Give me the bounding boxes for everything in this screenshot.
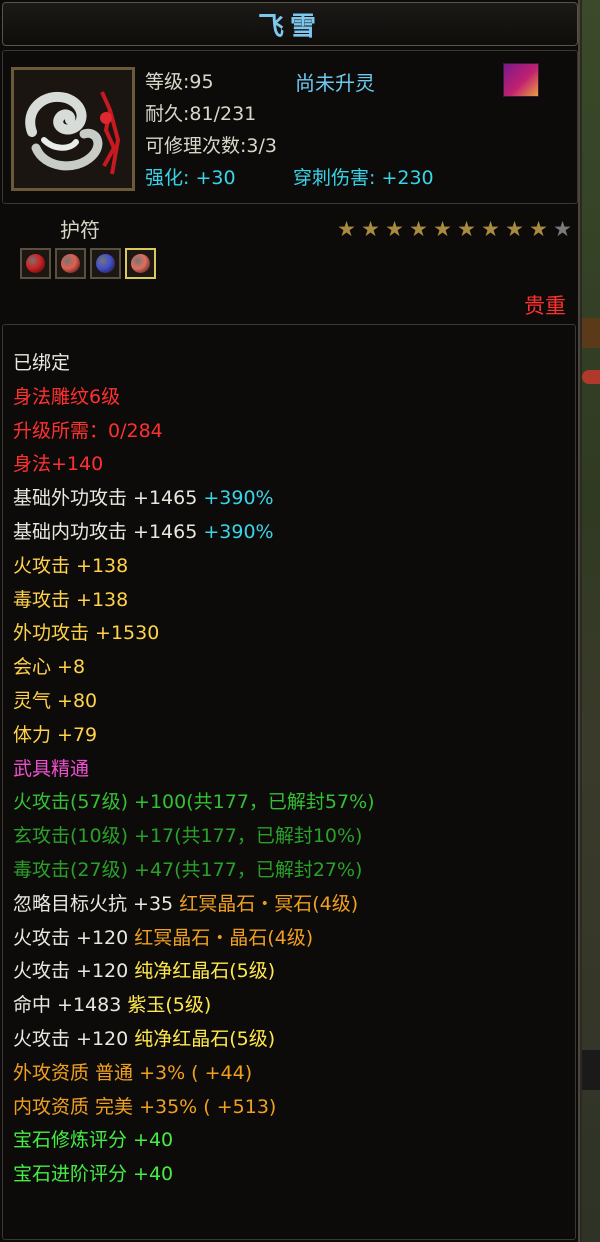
stat-line: 火攻击 +120 纯净红晶石(5级) [3, 1023, 575, 1057]
jade-pendant-icon [11, 67, 135, 191]
stats-panel: 已绑定身法雕纹6级升级所需：0/284 身法+140 基础外功攻击 +1465 +3… [2, 324, 576, 1240]
star-icon: ★ [529, 217, 548, 241]
scene-element [582, 370, 600, 384]
stat-line: 玄攻击(10级) +17(共177，已解封10%) [3, 820, 575, 854]
blue-gem-icon [96, 254, 115, 273]
stat-text: +390% [203, 487, 274, 510]
stat-text: 会心 +8 [13, 656, 86, 679]
scene-element [582, 318, 600, 348]
stat-line: 基础内功攻击 +1465 +390% [3, 516, 575, 550]
gem-slots [20, 248, 156, 279]
stat-text: 基础内功攻击 +1465 [13, 520, 204, 543]
background-scene [582, 0, 600, 1242]
amulet-label: 护符 [60, 218, 100, 242]
red-gem-icon [26, 254, 45, 273]
gem-slot[interactable] [20, 248, 51, 279]
stat-line: 身法+140 [3, 448, 575, 482]
stat-text: 命中 +1483 [13, 994, 128, 1017]
stat-text: 基础外功攻击 +1465 [13, 487, 204, 510]
stat-line: 内攻资质 完美 +35% ( +513) [3, 1091, 575, 1125]
stat-text: 火攻击 +138 [13, 554, 129, 577]
star-icon: ★ [553, 217, 572, 241]
stat-text: 纯净红晶石(5级) [134, 960, 276, 983]
stat-line: 宝石进阶评分 +40 [3, 1158, 575, 1192]
stat-text: 体力 +79 [13, 723, 98, 746]
stat-text: 宝石进阶评分 +40 [13, 1163, 174, 1186]
stat-text: 外功攻击 +1530 [13, 622, 160, 645]
stat-line: 武具精通 [3, 753, 575, 787]
star-icon: ★ [481, 217, 500, 241]
stat-text: 身法+140 [13, 453, 104, 476]
stat-line: 外功攻击 +1530 [3, 617, 575, 651]
stat-line: 火攻击 +138 [3, 550, 575, 584]
stat-line: 基础外功攻击 +1465 +390% [3, 482, 575, 516]
gem-slot[interactable] [125, 248, 156, 279]
stat-line: 火攻击(57级) +100(共177，已解封57%) [3, 786, 575, 820]
stat-text: 外攻资质 普通 +3% ( +44) [13, 1061, 253, 1084]
enhance-text: 强化: +30 [145, 167, 236, 189]
stat-text: 升级所需：0/284 [13, 419, 163, 442]
stat-text: 宝石修炼评分 +40 [13, 1129, 174, 1152]
durability-text: 耐久:81/231 [145, 103, 257, 125]
stat-text: 玄攻击(10级) +17(共177，已解封10%) [13, 825, 363, 848]
spirit-upgrade-icon[interactable] [503, 63, 539, 97]
salmon-gem-icon [61, 254, 80, 273]
stat-text: 火攻击 +120 [13, 960, 135, 983]
star-icon: ★ [505, 217, 524, 241]
stat-line: 体力 +79 [3, 719, 575, 753]
stat-line: 火攻击 +120 红冥晶石・晶石(4级) [3, 922, 575, 956]
star-icon: ★ [361, 217, 380, 241]
stat-line: 宝石修炼评分 +40 [3, 1124, 575, 1158]
weight-label: 贵重 [524, 294, 566, 318]
stat-line: 身法雕纹6级 [3, 381, 575, 415]
stat-line: 灵气 +80 [3, 685, 575, 719]
stat-line: 升级所需：0/284 [3, 415, 575, 449]
stat-text: 红冥晶石・晶石(4级) [134, 926, 314, 949]
star-icon: ★ [385, 217, 404, 241]
stat-line: 毒攻击(27级) +47(共177，已解封27%) [3, 854, 575, 888]
gem-slot[interactable] [55, 248, 86, 279]
repair-count-text: 可修理次数:3/3 [145, 135, 277, 157]
stat-text: 灵气 +80 [13, 689, 98, 712]
star-icon: ★ [409, 217, 428, 241]
item-info-section: 等级:95 尚未升灵 耐久:81/231 可修理次数:3/3 强化: +30 穿… [2, 50, 578, 204]
stat-text: 红冥晶石・冥石(4级) [179, 892, 359, 915]
stat-text: 内攻资质 完美 +35% ( +513) [13, 1095, 277, 1118]
stat-text: 毒攻击 +138 [13, 588, 129, 611]
stat-text: 毒攻击(27级) +47(共177，已解封27%) [13, 858, 363, 881]
star-rating: ★ ★ ★ ★ ★ ★ ★ ★ ★ ★ [335, 218, 574, 240]
stat-text: 武具精通 [13, 757, 90, 780]
star-icon: ★ [433, 217, 452, 241]
stat-text: 忽略目标火抗 +35 [13, 892, 180, 915]
pierce-damage-text: 穿刺伤害: +230 [293, 167, 434, 189]
stat-text: 纯净红晶石(5级) [134, 1027, 276, 1050]
amulet-section: 护符 ★ ★ ★ ★ ★ ★ ★ ★ ★ ★ 贵重 [2, 208, 576, 320]
stat-text: 紫玉(5级) [127, 994, 212, 1017]
star-icon: ★ [457, 217, 476, 241]
stat-text: 已绑定 [13, 352, 71, 374]
item-title: 飞雪 [257, 11, 322, 42]
stat-line: 忽略目标火抗 +35 红冥晶石・冥石(4级) [3, 888, 575, 922]
gem-slot[interactable] [90, 248, 121, 279]
stat-text: 火攻击 +120 [13, 1027, 135, 1050]
stat-text: 身法雕纹6级 [13, 385, 121, 408]
stat-line: 已绑定 [3, 347, 575, 381]
scene-element [582, 1050, 600, 1090]
level-text: 等级:95 [145, 71, 214, 93]
salmon-gem-icon [131, 254, 150, 273]
item-tooltip: 飞雪 等级:95 尚未升灵 耐久:81/231 可修理次数:3/3 强化: +3… [0, 0, 580, 1242]
star-icon: ★ [337, 217, 356, 241]
stat-line: 火攻击 +120 纯净红晶石(5级) [3, 955, 575, 989]
stat-text: 火攻击 +120 [13, 926, 135, 949]
stat-line: 毒攻击 +138 [3, 584, 575, 618]
stat-line: 会心 +8 [3, 651, 575, 685]
spirit-status-text: 尚未升灵 [295, 71, 375, 95]
stat-text: +390% [203, 520, 274, 543]
stat-line: 外攻资质 普通 +3% ( +44) [3, 1057, 575, 1091]
stat-line: 命中 +1483 紫玉(5级) [3, 989, 575, 1023]
title-bar: 飞雪 [2, 2, 578, 46]
stat-text: 火攻击(57级) +100(共177，已解封57%) [13, 791, 375, 814]
